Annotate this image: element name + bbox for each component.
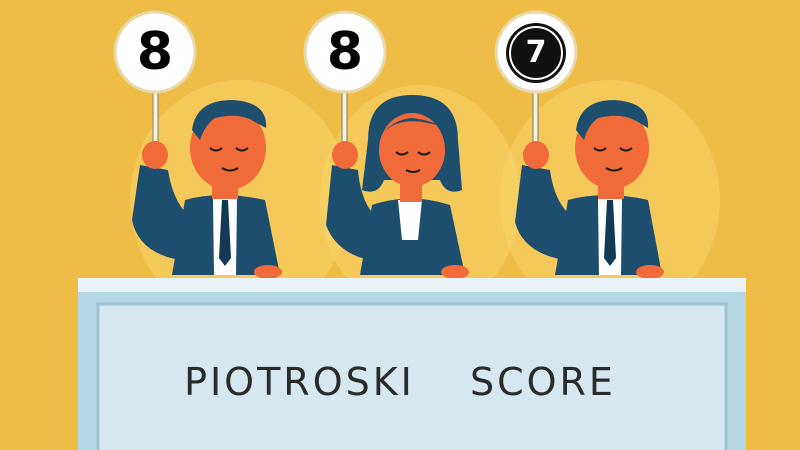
shirt-middle [398,200,422,240]
desk-top-edge [78,278,746,292]
hand-middle [332,141,358,169]
hand-left [142,141,168,169]
resting-hand-left [254,265,282,279]
judges-scene: 8 8 7 PIOTROSKI SCORE [0,0,800,450]
resting-hand-middle [441,265,469,279]
resting-hand-right [636,265,664,279]
score-middle: 8 [326,22,364,82]
hand-right [523,141,549,169]
score-right-value: 7 [511,27,561,78]
score-left: 8 [136,22,174,82]
score-right: 7 [496,12,576,92]
desk-title: PIOTROSKI SCORE [184,360,616,404]
